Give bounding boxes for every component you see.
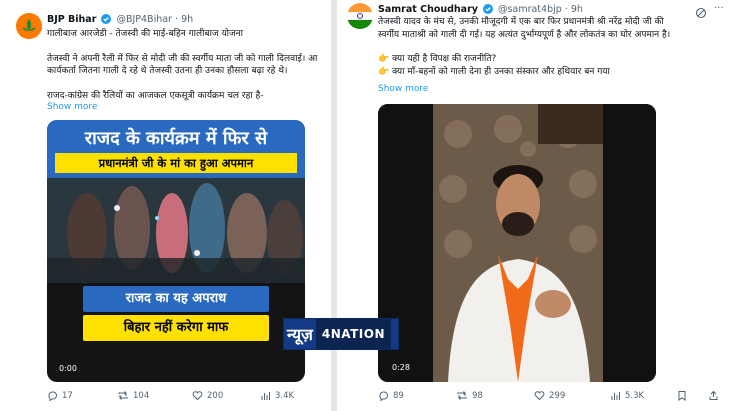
like-button[interactable]: 299 [534, 390, 565, 401]
views-button[interactable]: 5.3K [610, 390, 644, 401]
view-count: 5.3K [625, 390, 645, 401]
reply-icon [48, 391, 57, 401]
like-count: 299 [549, 390, 566, 401]
video-player[interactable]: 0:28 [378, 104, 656, 382]
post-time[interactable]: 9h [181, 14, 193, 25]
more-dots-icon: ··· [714, 3, 724, 14]
author-handle[interactable]: @BJP4Bihar [116, 14, 172, 25]
views-button[interactable]: 3.4K [260, 390, 294, 401]
like-count: 200 [207, 390, 224, 401]
share-icon [709, 390, 718, 400]
logo-part: 4NATION [315, 319, 392, 349]
tweet-bullet: 👉 क्या यही है विपक्ष की राजनीति? [378, 53, 670, 66]
profile-photo-icon [347, 3, 373, 29]
tweet-text: गालीबाज आरजेडी - तेजस्वी की माई-बहिन गाल… [47, 28, 317, 102]
tweet-line: स्वर्गीय माताश्री को गाली दी गई। यह अत्य… [378, 29, 671, 40]
reply-count: 89 [393, 390, 404, 401]
tweet-text: तेजस्वी यादव के मंच से, उनकी मौजूदगी में… [378, 16, 670, 78]
action-bar: 89 98 299 5.3K [378, 390, 723, 402]
author-name[interactable]: BJP Bihar [47, 14, 96, 25]
reply-icon [379, 391, 388, 401]
separator-dot: · [175, 14, 179, 25]
tweet-line: गालीबाज आरजेडी - तेजस्वी की माई-बहिन गाल… [47, 29, 244, 39]
separator-dot: · [564, 4, 568, 15]
crowd-scene-graphic [47, 178, 305, 283]
grok-icon [695, 7, 707, 19]
bookmark-button[interactable] [677, 390, 687, 401]
bjp-bihar-avatar[interactable] [16, 13, 42, 39]
verified-badge-icon [483, 4, 494, 14]
share-button[interactable] [708, 390, 719, 401]
show-more-link[interactable]: Show more [47, 102, 97, 112]
repost-button[interactable]: 98 [456, 390, 483, 401]
video-timestamp: 0:00 [59, 364, 77, 373]
crowd-video-frame [47, 178, 305, 283]
reply-button[interactable]: 89 [378, 390, 404, 401]
show-more-link[interactable]: Show more [378, 84, 428, 94]
video-banner-bottom: राजद का यह अपराध बिहार नहीं करेगा माफ [47, 283, 305, 359]
lotus-logo-icon [16, 13, 42, 39]
repost-icon [118, 391, 128, 400]
repost-count: 98 [472, 390, 483, 401]
views-chart-icon [611, 392, 620, 400]
repost-count: 104 [133, 390, 150, 401]
bullet-text: क्या यही है विपक्ष की राजनीति? [392, 54, 497, 64]
tweet-line: कार्यकर्ता जितना गाली दे रहे थे तेजस्वी … [47, 66, 288, 76]
pointing-hand-icon: 👉 [378, 66, 390, 77]
bookmark-icon [678, 391, 686, 401]
heart-icon [534, 391, 545, 401]
speaker-video-frame [378, 104, 656, 382]
tweet-header: Samrat Choudhary @samrat4bjp · 9h [378, 4, 583, 15]
video-player[interactable]: राजद के कार्यक्रम में फिर से प्रधानमंत्र… [47, 120, 305, 382]
reply-button[interactable]: 17 [47, 390, 73, 401]
banner-line: प्रधानमंत्री जी के मां का हुआ अपमान [55, 153, 297, 173]
author-handle[interactable]: @samrat4bjp [498, 4, 562, 15]
news4nation-watermark-logo: न्यूज़ 4NATION [283, 318, 399, 350]
grok-button[interactable] [695, 4, 707, 23]
reply-count: 17 [62, 390, 73, 401]
bullet-text: क्या माँ-बहनों को गाली देना ही उनका संस्… [392, 66, 610, 77]
tweet-line: तेजस्वी ने अपनी रैली में फिर से मोदी जी … [47, 53, 318, 64]
banner-line: राजद के कार्यक्रम में फिर से [84, 128, 268, 149]
verified-badge-icon [101, 14, 112, 24]
repost-button[interactable]: 104 [117, 390, 149, 401]
pointing-hand-icon: 👉 [378, 54, 390, 64]
left-tweet: BJP Bihar @BJP4Bihar · 9h गालीबाज आरजेडी… [0, 0, 330, 411]
banner-line: राजद का यह अपराध [83, 286, 269, 312]
views-chart-icon [261, 392, 270, 400]
more-options-button[interactable]: ··· [714, 4, 724, 14]
tweet-line: तेजस्वी यादव के मंच से, उनकी मौजूदगी में… [378, 17, 664, 27]
repost-icon [457, 391, 467, 400]
logo-part: न्यूज़ [287, 325, 313, 344]
view-count: 3.4K [275, 390, 295, 401]
like-button[interactable]: 200 [192, 390, 223, 401]
heart-icon [192, 391, 203, 401]
tweet-line: राजद-कांग्रेस की रैलियों का आजकल एकसूत्र… [47, 90, 264, 101]
action-bar: 17 104 200 3.4K [47, 390, 305, 402]
tweet-header: BJP Bihar @BJP4Bihar · 9h [47, 14, 193, 25]
post-time[interactable]: 9h [571, 4, 583, 15]
video-timestamp: 0:28 [392, 363, 410, 372]
video-banner-top: राजद के कार्यक्रम में फिर से प्रधानमंत्र… [47, 120, 305, 178]
banner-line: बिहार नहीं करेगा माफ [83, 315, 269, 341]
tweet-bullet: 👉 क्या माँ-बहनों को गाली देना ही उनका सं… [378, 66, 670, 79]
samrat-choudhary-avatar[interactable] [347, 3, 373, 29]
author-name[interactable]: Samrat Choudhary [378, 4, 478, 15]
